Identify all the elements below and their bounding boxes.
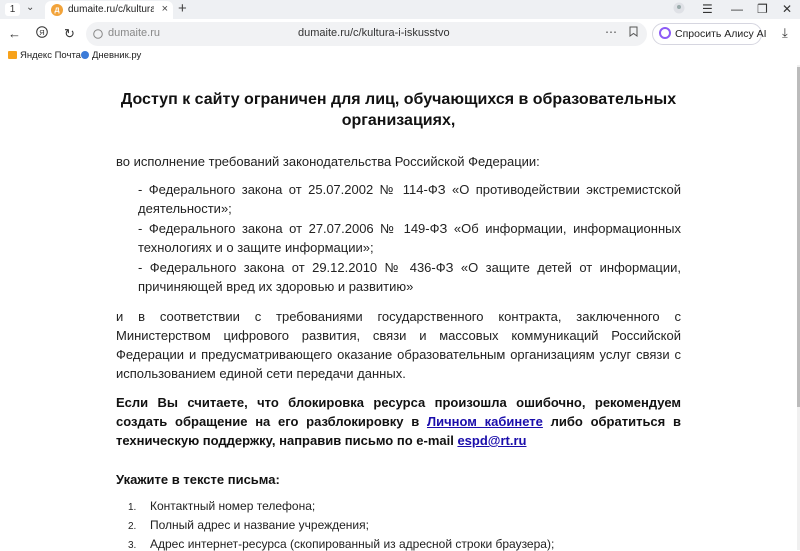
- alice-icon: [659, 27, 671, 39]
- page-content: Доступ к сайту ограничен для лиц, обучаю…: [0, 65, 797, 551]
- page-title: Доступ к сайту ограничен для лиц, обучаю…: [120, 91, 677, 129]
- download-icon[interactable]: ⤓: [782, 25, 788, 41]
- profile-icon[interactable]: [673, 2, 685, 17]
- bookmarks-bar: Яндекс Почта Дневник.ру: [0, 49, 800, 65]
- bookmark-label: Дневник.ру: [92, 50, 142, 61]
- bookmark-dnevnik[interactable]: Дневник.ру: [81, 50, 141, 61]
- minimize-icon[interactable]: —: [731, 2, 743, 16]
- window-close-icon[interactable]: ✕: [782, 2, 792, 16]
- tab-strip: 1 ⌄ д dumaite.ru/c/kultura-i-i × + ☰ — ❐…: [0, 0, 800, 19]
- reload-icon[interactable]: ↻: [64, 26, 75, 42]
- yandex-icon[interactable]: Я: [36, 26, 48, 41]
- law-item: - Федерального закона от 27.07.2006 № 14…: [138, 221, 681, 255]
- support-email-link[interactable]: espd@rt.ru: [457, 433, 526, 448]
- tab-title: dumaite.ru/c/kultura-i-i: [68, 4, 154, 15]
- close-icon[interactable]: ×: [162, 3, 168, 15]
- diary-icon: [81, 51, 89, 59]
- bookmark-yandex-mail[interactable]: Яндекс Почта: [8, 50, 81, 61]
- toolbar: ← Я ↻ dumaite.ru dumaite.ru/c/kultura-i-…: [0, 19, 800, 49]
- mail-icon: [8, 51, 17, 59]
- ask-alice-button[interactable]: Спросить Алису AI: [652, 23, 767, 45]
- list-item: 2. Полный адрес и название учреждения;: [128, 518, 369, 532]
- instruction-text: Контактный номер телефона;: [150, 499, 316, 513]
- svg-text:Я: Я: [39, 28, 44, 37]
- new-tab-icon[interactable]: +: [178, 0, 187, 17]
- instructions-title: Укажите в тексте письма:: [116, 472, 280, 487]
- law-item: - Федерального закона от 29.12.2010 № 43…: [138, 260, 681, 294]
- notice-text: Если Вы считаете, что блокировка ресурса…: [116, 393, 681, 450]
- tab-counter[interactable]: 1: [5, 3, 20, 16]
- restore-icon[interactable]: ❐: [757, 2, 768, 16]
- law-item: - Федерального закона от 25.07.2002 № 11…: [138, 182, 681, 216]
- back-arrow-icon[interactable]: ←: [8, 26, 21, 41]
- tab-active[interactable]: д dumaite.ru/c/kultura-i-i ×: [45, 1, 173, 19]
- more-dots-icon[interactable]: ⋯: [605, 25, 617, 39]
- intro-text: во исполнение требований законодательств…: [116, 154, 540, 169]
- bookmark-label: Яндекс Почта: [20, 50, 81, 61]
- site-favicon-icon: д: [51, 4, 63, 16]
- list-item: 3. Адрес интернет-ресурса (скопированный …: [128, 537, 555, 551]
- chevron-down-icon[interactable]: ⌄: [26, 2, 34, 13]
- address-domain: dumaite.ru: [108, 27, 160, 39]
- personal-cabinet-link[interactable]: Личном кабинете: [427, 414, 543, 429]
- address-bar[interactable]: dumaite.ru dumaite.ru/c/kultura-i-iskuss…: [86, 22, 647, 46]
- address-url[interactable]: dumaite.ru/c/kultura-i-iskusstvo: [298, 27, 450, 39]
- instruction-text: Адрес интернет-ресурса (скопированный из…: [150, 537, 555, 551]
- list-item: 1. Контактный номер телефона;: [128, 499, 316, 513]
- ask-alice-label: Спросить Алису AI: [675, 28, 767, 40]
- contract-text: и в соответствии с требованиями государс…: [116, 309, 681, 381]
- instruction-text: Полный адрес и название учреждения;: [150, 518, 369, 532]
- menu-icon[interactable]: ☰: [702, 2, 713, 16]
- lock-icon[interactable]: [93, 27, 103, 45]
- bookmark-icon[interactable]: [629, 26, 638, 40]
